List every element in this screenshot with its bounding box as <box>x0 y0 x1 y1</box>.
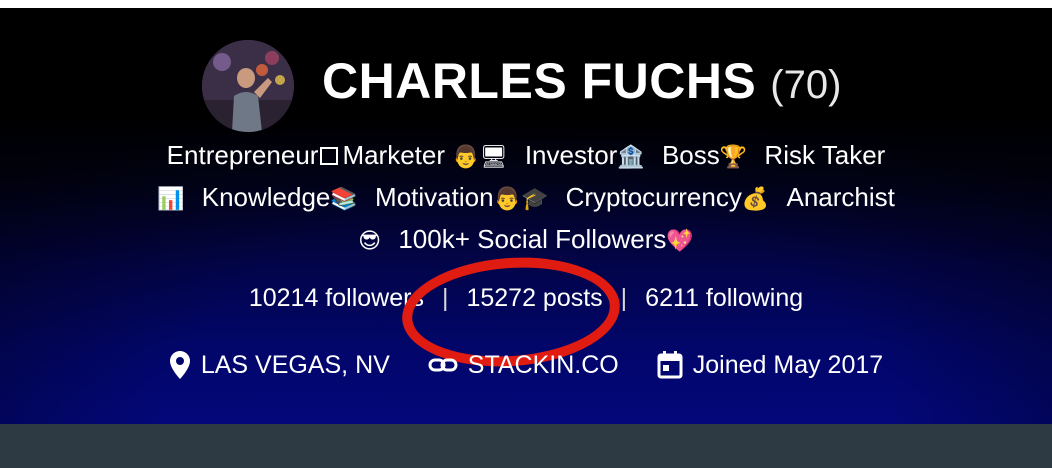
location-item: LAS VEGAS, NV <box>169 350 390 380</box>
bio-word: Marketer <box>342 140 446 170</box>
avatar-photo <box>202 40 294 132</box>
bottom-bar <box>0 424 1052 468</box>
bio-line-1: Entrepreneur Marketer 👨🖥 Investor🏦 Boss🏆 … <box>0 140 1052 171</box>
website-link[interactable]: STACKIN.CO <box>468 351 619 380</box>
bio-line-3: 😎 100k+ Social Followers💖 <box>0 224 1052 255</box>
calendar-icon <box>657 351 683 379</box>
joined-item: Joined May 2017 <box>657 351 883 380</box>
profile-name: CHARLES FUCHS <box>322 53 757 109</box>
bio-word: Knowledge <box>201 182 331 212</box>
website-item[interactable]: STACKIN.CO <box>428 351 619 380</box>
bio-word: Risk Taker <box>764 140 886 170</box>
bio-word: 100k+ Social Followers <box>398 224 667 254</box>
joined-date: Joined May 2017 <box>692 350 884 379</box>
bio-word: Investor <box>524 140 618 170</box>
bio-word: Anarchist <box>786 182 895 212</box>
followers-count[interactable]: 10214 followers <box>249 284 424 312</box>
sunglasses-emoji-icon: 😎 <box>358 229 382 254</box>
missing-glyph-icon <box>320 147 339 165</box>
bio-word: Motivation <box>375 182 494 212</box>
location-text: LAS VEGAS, NV <box>200 350 390 379</box>
sparkling-heart-emoji-icon: 💖 <box>666 229 694 254</box>
bar-chart-emoji-icon: 📊 <box>157 187 185 212</box>
bio-word: Cryptocurrency <box>565 182 742 212</box>
link-icon <box>428 358 458 372</box>
avatar[interactable] <box>202 40 294 132</box>
profile-meta: LAS VEGAS, NV STACKIN.CO Joined May 2017 <box>0 350 1052 380</box>
man-face-emoji-icon: 👨 <box>493 187 521 212</box>
bio-word: Boss <box>661 140 720 170</box>
desktop-computer-emoji-icon: 🖥 <box>479 145 508 170</box>
profile-name-row: CHARLES FUCHS (70) <box>322 52 841 112</box>
trophy-emoji-icon: 🏆 <box>719 145 748 170</box>
books-emoji-icon: 📚 <box>330 187 358 212</box>
man-face-emoji-icon: 👨 <box>452 145 480 170</box>
top-strip <box>0 0 1052 8</box>
stats-separator: | <box>620 284 628 312</box>
following-count[interactable]: 6211 following <box>645 284 803 312</box>
location-pin-icon <box>169 351 190 379</box>
graduation-cap-emoji-icon: 🎓 <box>520 187 549 212</box>
bio-line-2: 📊 Knowledge📚 Motivation👨🎓 Cryptocurrency… <box>0 182 1052 213</box>
bio-word: Entrepreneur <box>166 140 319 170</box>
profile-age: (70) <box>770 63 842 107</box>
building-emoji-icon: 🏦 <box>617 145 645 170</box>
money-bag-emoji-icon: 💰 <box>741 187 770 212</box>
